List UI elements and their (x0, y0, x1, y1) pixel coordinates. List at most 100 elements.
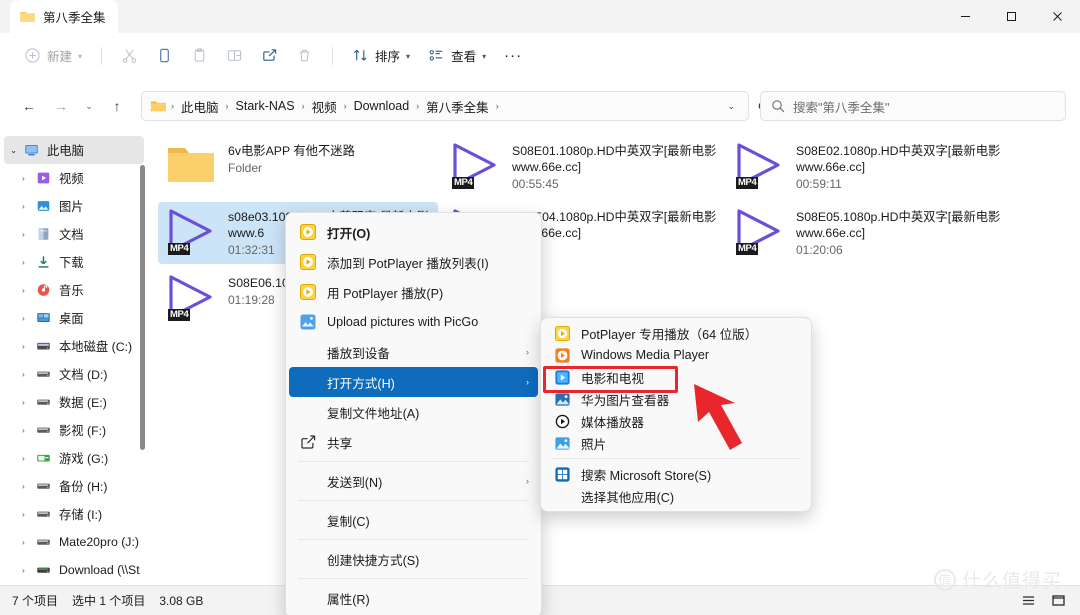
share-button[interactable] (253, 41, 286, 71)
context-menu-item-label: 属性(R) (327, 592, 370, 607)
context-menu-item-1[interactable]: 添加到 PotPlayer 播放列表(I) (289, 247, 538, 277)
sidebar-item-15[interactable]: › Download (\\St (4, 556, 144, 584)
expand-chevron-icon[interactable]: › (22, 537, 35, 547)
open-with-item-3[interactable]: 华为图片查看器 (544, 388, 808, 410)
sidebar-item-4[interactable]: › 下载 (4, 248, 144, 276)
sidebar-item-7[interactable]: › 本地磁盘 (C:) (4, 332, 144, 360)
recent-locations-button[interactable]: ⌄ (78, 91, 100, 121)
close-button[interactable] (1034, 0, 1080, 33)
large-icons-view-button[interactable] (1046, 590, 1070, 612)
explorer-tab[interactable]: 第八季全集 (10, 0, 118, 33)
videos-folder-icon (37, 172, 50, 184)
copy-button[interactable] (148, 41, 181, 71)
sidebar-scrollbar-thumb[interactable] (140, 165, 145, 450)
minimize-button[interactable] (942, 0, 988, 33)
search-box[interactable]: 搜索"第八季全集" (760, 91, 1066, 121)
back-button[interactable]: ← (14, 91, 44, 121)
expand-chevron-icon[interactable]: › (22, 201, 35, 211)
breadcrumb-item-0[interactable]: 此电脑 (176, 95, 224, 118)
sidebar-item-label: 影视 (F:) (59, 424, 107, 438)
up-button[interactable]: ↑ (102, 91, 132, 121)
expand-chevron-icon[interactable]: › (22, 425, 35, 435)
sidebar-item-5[interactable]: › 音乐 (4, 276, 144, 304)
context-menu-item-8[interactable]: 发送到(N) › (289, 466, 538, 496)
up-arrow-icon: ↑ (113, 98, 121, 114)
expand-chevron-icon[interactable]: › (22, 397, 35, 407)
expand-chevron-icon[interactable]: › (22, 173, 35, 183)
sidebar-item-1[interactable]: › 视频 (4, 164, 144, 192)
expand-chevron-icon[interactable]: › (22, 453, 35, 463)
rename-button[interactable] (218, 41, 251, 71)
context-menu-item-6[interactable]: 复制文件地址(A) (289, 397, 538, 427)
cut-button[interactable] (113, 41, 146, 71)
breadcrumb[interactable]: › 此电脑 › Stark-NAS › 视频 › Download › 第八季全… (141, 91, 749, 121)
sidebar-item-10[interactable]: › 影视 (F:) (4, 416, 144, 444)
video-file-item[interactable]: MP4 S08E01.1080p.HD中英双字[最新电影www.66e.cc] 00… (442, 136, 722, 198)
context-menu-item-7[interactable]: 共享 (289, 427, 538, 457)
more-options-button[interactable]: ··· (496, 41, 530, 71)
open-with-item-2[interactable]: 电影和电视 (544, 366, 808, 388)
expand-chevron-icon[interactable]: ⌄ (10, 145, 23, 156)
context-menu-item-11[interactable]: 属性(R) (289, 583, 538, 613)
forward-button[interactable]: → (46, 91, 76, 121)
file-meta: S08E04.1080p.HD中英双字[最新电影www.66e.cc] (512, 208, 716, 242)
drive-icon (37, 427, 50, 433)
breadcrumb-item-1[interactable]: Stark-NAS (231, 97, 300, 115)
potplayer-icon (299, 283, 317, 301)
context-menu-item-0[interactable]: 打开(O) (289, 217, 538, 247)
expand-chevron-icon[interactable]: › (22, 369, 35, 379)
address-dropdown-button[interactable]: ⌄ (720, 101, 742, 112)
sidebar-item-3[interactable]: › 文档 (4, 220, 144, 248)
drive-icon (35, 366, 52, 382)
open-with-item-0[interactable]: PotPlayer 专用播放（64 位版） (544, 322, 808, 344)
open-with-item-6[interactable]: 搜索 Microsoft Store(S) (544, 463, 808, 485)
context-menu-item-2[interactable]: 用 PotPlayer 播放(P) (289, 277, 538, 307)
sidebar-item-2[interactable]: › 图片 (4, 192, 144, 220)
network-drive-icon (37, 567, 50, 573)
search-input[interactable]: 搜索"第八季全集" (793, 97, 889, 116)
open-with-item-label: 选择其他应用(C) (581, 490, 675, 505)
expand-chevron-icon[interactable]: › (22, 229, 35, 239)
breadcrumb-item-4[interactable]: 第八季全集 (421, 95, 494, 118)
open-with-item-7[interactable]: 选择其他应用(C) (544, 485, 808, 507)
sidebar-item-0[interactable]: ⌄ 此电脑 (4, 136, 144, 164)
sidebar-item-label: Download (\\St (59, 563, 140, 577)
sidebar-item-9[interactable]: › 数据 (E:) (4, 388, 144, 416)
paste-icon (194, 48, 205, 62)
new-button[interactable]: 新建 ▾ (16, 41, 90, 71)
details-view-button[interactable] (1016, 590, 1040, 612)
context-menu-item-3[interactable]: Upload pictures with PicGo (289, 307, 538, 337)
expand-chevron-icon[interactable]: › (22, 313, 35, 323)
sidebar-item-11[interactable]: › 游戏 (G:) (4, 444, 144, 472)
video-file-item[interactable]: MP4 S08E02.1080p.HD中英双字[最新电影www.66e.cc] 00… (726, 136, 1006, 198)
video-file-item[interactable]: MP4 S08E05.1080p.HD中英双字[最新电影www.66e.cc] 01… (726, 202, 1006, 264)
sidebar-item-6[interactable]: › 桌面 (4, 304, 144, 332)
context-menu-item-9[interactable]: 复制(C) (289, 505, 538, 535)
expand-chevron-icon[interactable]: › (22, 341, 35, 351)
expand-chevron-icon[interactable]: › (22, 509, 35, 519)
breadcrumb-item-2[interactable]: 视频 (307, 95, 342, 118)
expand-chevron-icon[interactable]: › (22, 285, 35, 295)
drive-icon (37, 483, 50, 489)
view-button[interactable]: 查看 ▾ (420, 41, 494, 71)
sidebar-item-12[interactable]: › 备份 (H:) (4, 472, 144, 500)
context-menu-item-10[interactable]: 创建快捷方式(S) (289, 544, 538, 574)
submenu-chevron-icon: › (526, 347, 529, 357)
expand-chevron-icon[interactable]: › (22, 565, 35, 575)
breadcrumb-item-3[interactable]: Download (349, 97, 415, 115)
open-with-item-1[interactable]: Windows Media Player (544, 344, 808, 366)
context-menu-item-4[interactable]: 播放到设备 › (289, 337, 538, 367)
sidebar-item-13[interactable]: › 存储 (I:) (4, 500, 144, 528)
sort-button[interactable]: 排序 ▾ (344, 41, 418, 71)
paste-button[interactable] (183, 41, 216, 71)
open-with-item-4[interactable]: 媒体播放器 (544, 410, 808, 432)
sidebar-item-8[interactable]: › 文档 (D:) (4, 360, 144, 388)
open-with-item-5[interactable]: 照片 (544, 432, 808, 454)
maximize-button[interactable] (988, 0, 1034, 33)
context-menu-item-5[interactable]: 打开方式(H) › (289, 367, 538, 397)
sidebar-item-14[interactable]: › Mate20pro (J:) (4, 528, 144, 556)
expand-chevron-icon[interactable]: › (22, 481, 35, 491)
expand-chevron-icon[interactable]: › (22, 257, 35, 267)
folder-item[interactable]: 6v电影APP 有他不迷路 Folder (158, 136, 438, 198)
delete-button[interactable] (288, 41, 321, 71)
